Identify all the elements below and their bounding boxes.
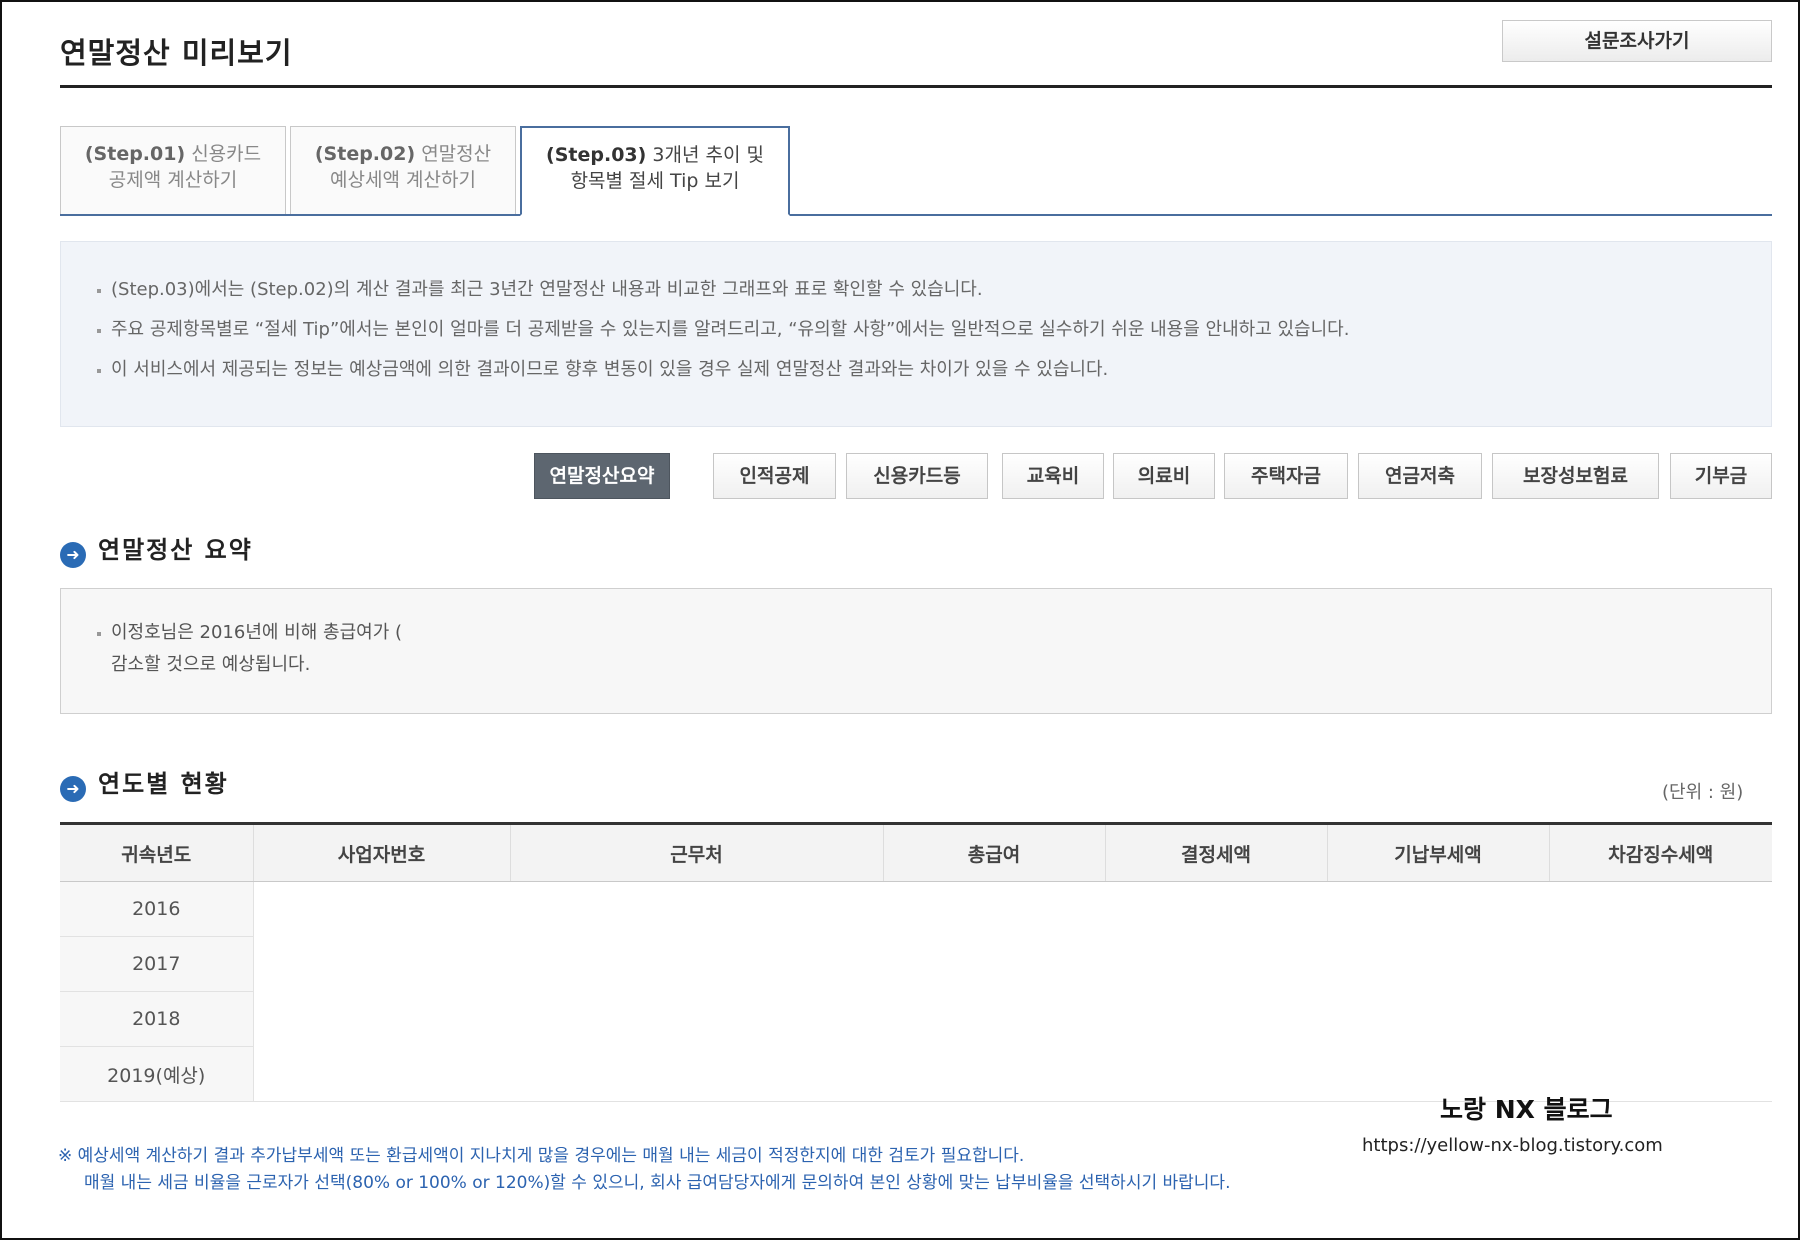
tab-education[interactable]: 교육비	[1002, 453, 1104, 499]
table-header-row: 귀속년도 사업자번호 근무처 총급여 결정세액 기납부세액 차감징수세액	[60, 822, 1772, 882]
summary-box: 이정호님은 2016년에 비해 총급여가 ( 감소할 것으로 예상됩니다.	[60, 588, 1772, 714]
table-row: 2017	[60, 936, 1772, 992]
column-header: 총급여	[883, 822, 1106, 882]
summary-text: 이정호님은 2016년에 비해 총급여가 (	[97, 617, 1771, 649]
tab-step-03[interactable]: (Step.03) 3개년 추이 및 항목별 절세 Tip 보기	[520, 126, 790, 216]
column-header: 근무처	[510, 822, 884, 882]
column-header: 귀속년도	[60, 822, 254, 882]
year-cell: 2018	[60, 991, 254, 1047]
notice-item: 이 서비스에서 제공되는 정보는 예상금액에 의한 결과이므로 향후 변동이 있…	[97, 350, 1771, 390]
footnote-line: ※ 예상세액 계산하기 결과 추가납부세액 또는 환급세액이 지나치게 많을 경…	[58, 1146, 1025, 1166]
tab-credit-card[interactable]: 신용카드등	[846, 453, 988, 499]
column-header: 결정세액	[1105, 822, 1328, 882]
tab-step-01[interactable]: (Step.01) 신용카드 공제액 계산하기	[60, 126, 286, 214]
step-label: 항목별 절세 Tip 보기	[570, 170, 740, 192]
column-header: 차감징수세액	[1549, 822, 1772, 882]
step-label: 신용카드	[191, 143, 262, 165]
blank-cell	[253, 882, 1772, 937]
yearly-heading-text: 연도별 현황	[98, 770, 229, 798]
tab-donation[interactable]: 기부금	[1670, 453, 1772, 499]
step-number: (Step.02)	[314, 143, 416, 165]
column-header: 기납부세액	[1327, 822, 1550, 882]
footnote-line: 매월 내는 세금 비율을 근로자가 선택(80% or 100% or 120%…	[84, 1173, 1231, 1193]
notice-box: (Step.03)에서는 (Step.02)의 계산 결과를 최근 3년간 연말…	[60, 241, 1772, 427]
tab-personal-deduction[interactable]: 인적공제	[713, 453, 836, 499]
notice-item: (Step.03)에서는 (Step.02)의 계산 결과를 최근 3년간 연말…	[97, 270, 1771, 310]
arrow-circle-icon: ➜	[60, 776, 86, 802]
step-label: 3개년 추이 및	[652, 144, 764, 166]
yearly-heading: ➜ 연도별 현황	[60, 764, 229, 802]
step-label: 예상세액 계산하기	[330, 169, 476, 191]
title-divider	[60, 85, 1772, 88]
tab-medical[interactable]: 의료비	[1113, 453, 1215, 499]
tab-summary[interactable]: 연말정산요약	[534, 453, 670, 499]
summary-text: 감소할 것으로 예상됩니다.	[111, 654, 311, 675]
summary-heading: ➜ 연말정산 요약	[60, 530, 253, 568]
tab-step-02[interactable]: (Step.02) 연말정산 예상세액 계산하기	[290, 126, 516, 214]
notice-item: 주요 공제항목별로 “절세 Tip”에서는 본인이 얼마를 더 공제받을 수 있…	[97, 310, 1771, 350]
blog-watermark-url: https://yellow-nx-blog.tistory.com	[1362, 1135, 1663, 1156]
year-cell: 2019(예상)	[60, 1046, 254, 1102]
blog-watermark-name: 노랑 NX 블로그	[1440, 1095, 1613, 1124]
tab-insurance[interactable]: 보장성보험료	[1492, 453, 1659, 499]
blank-cell	[253, 937, 1772, 992]
summary-heading-text: 연말정산 요약	[98, 536, 253, 564]
step-number: (Step.03)	[546, 144, 647, 166]
page-title: 연말정산 미리보기	[60, 36, 293, 70]
table-row: 2016	[60, 881, 1772, 937]
footnote: ※ 예상세액 계산하기 결과 추가납부세액 또는 환급세액이 지나치게 많을 경…	[58, 1143, 1230, 1197]
unit-label: (단위 : 원)	[1662, 782, 1744, 803]
arrow-circle-icon: ➜	[60, 542, 86, 568]
table-row: 2018	[60, 991, 1772, 1047]
blank-cell	[253, 992, 1772, 1047]
year-cell: 2017	[60, 936, 254, 992]
survey-button[interactable]: 설문조사가기	[1502, 20, 1772, 62]
step-number: (Step.01)	[84, 143, 186, 165]
year-cell: 2016	[60, 881, 254, 937]
step-label: 공제액 계산하기	[108, 169, 238, 191]
column-header: 사업자번호	[253, 822, 511, 882]
tab-pension-saving[interactable]: 연금저축	[1358, 453, 1482, 499]
tab-housing-fund[interactable]: 주택자금	[1224, 453, 1348, 499]
step-label: 연말정산	[421, 143, 492, 165]
yearly-table: 귀속년도 사업자번호 근무처 총급여 결정세액 기납부세액 차감징수세액 201…	[60, 822, 1772, 1102]
step-tabs: (Step.01) 신용카드 공제액 계산하기 (Step.02) 연말정산 예…	[60, 126, 1772, 216]
